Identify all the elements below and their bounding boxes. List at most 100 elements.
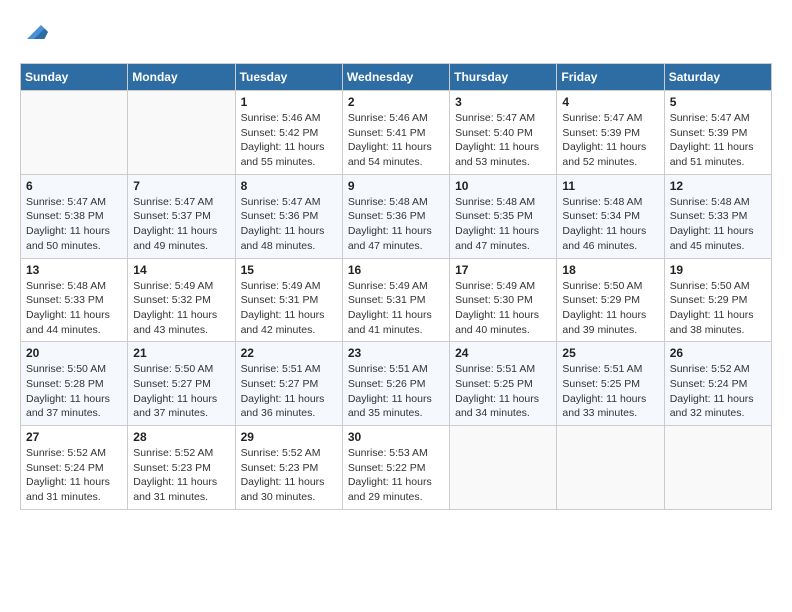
- day-number: 15: [241, 263, 337, 277]
- day-info: Sunrise: 5:48 AMSunset: 5:34 PMDaylight:…: [562, 195, 658, 254]
- logo: [20, 20, 48, 53]
- day-number: 24: [455, 346, 551, 360]
- week-row-1: 1 Sunrise: 5:46 AMSunset: 5:42 PMDaylight…: [21, 91, 772, 175]
- day-info: Sunrise: 5:49 AMSunset: 5:31 PMDaylight:…: [241, 279, 337, 338]
- calendar-cell: [21, 91, 128, 175]
- day-info: Sunrise: 5:49 AMSunset: 5:31 PMDaylight:…: [348, 279, 444, 338]
- weekday-header-row: SundayMondayTuesdayWednesdayThursdayFrid…: [21, 64, 772, 91]
- day-info: Sunrise: 5:49 AMSunset: 5:30 PMDaylight:…: [455, 279, 551, 338]
- day-number: 21: [133, 346, 229, 360]
- day-number: 8: [241, 179, 337, 193]
- day-number: 14: [133, 263, 229, 277]
- weekday-header-friday: Friday: [557, 64, 664, 91]
- day-number: 7: [133, 179, 229, 193]
- day-number: 1: [241, 95, 337, 109]
- calendar-cell: [128, 91, 235, 175]
- day-number: 4: [562, 95, 658, 109]
- day-number: 3: [455, 95, 551, 109]
- logo-icon: [20, 18, 48, 46]
- day-info: Sunrise: 5:48 AMSunset: 5:33 PMDaylight:…: [670, 195, 766, 254]
- calendar-cell: 19Sunrise: 5:50 AMSunset: 5:29 PMDayligh…: [664, 258, 771, 342]
- day-info: Sunrise: 5:52 AMSunset: 5:23 PMDaylight:…: [133, 446, 229, 505]
- day-number: 6: [26, 179, 122, 193]
- day-number: 18: [562, 263, 658, 277]
- calendar-cell: 9Sunrise: 5:48 AMSunset: 5:36 PMDaylight…: [342, 174, 449, 258]
- day-info: Sunrise: 5:47 AMSunset: 5:39 PMDaylight:…: [670, 111, 766, 170]
- day-number: 11: [562, 179, 658, 193]
- day-info: Sunrise: 5:53 AMSunset: 5:22 PMDaylight:…: [348, 446, 444, 505]
- calendar-cell: 14 Sunrise: 5:49 AMSunset: 5:32 PMDayligh…: [128, 258, 235, 342]
- day-info: Sunrise: 5:47 AMSunset: 5:38 PMDaylight:…: [26, 195, 122, 254]
- week-row-2: 6 Sunrise: 5:47 AMSunset: 5:38 PMDaylight…: [21, 174, 772, 258]
- day-info: Sunrise: 5:47 AMSunset: 5:37 PMDaylight:…: [133, 195, 229, 254]
- day-number: 27: [26, 430, 122, 444]
- day-number: 23: [348, 346, 444, 360]
- day-number: 26: [670, 346, 766, 360]
- day-info: Sunrise: 5:50 AMSunset: 5:29 PMDaylight:…: [562, 279, 658, 338]
- day-info: Sunrise: 5:46 AMSunset: 5:42 PMDaylight:…: [241, 111, 337, 170]
- day-info: Sunrise: 5:52 AMSunset: 5:23 PMDaylight:…: [241, 446, 337, 505]
- calendar-cell: 1 Sunrise: 5:46 AMSunset: 5:42 PMDaylight…: [235, 91, 342, 175]
- day-info: Sunrise: 5:50 AMSunset: 5:29 PMDaylight:…: [670, 279, 766, 338]
- day-info: Sunrise: 5:47 AMSunset: 5:36 PMDaylight:…: [241, 195, 337, 254]
- calendar-cell: [450, 426, 557, 510]
- week-row-3: 13Sunrise: 5:48 AMSunset: 5:33 PMDayligh…: [21, 258, 772, 342]
- calendar-cell: 20Sunrise: 5:50 AMSunset: 5:28 PMDayligh…: [21, 342, 128, 426]
- calendar-cell: 10 Sunrise: 5:48 AMSunset: 5:35 PMDayligh…: [450, 174, 557, 258]
- calendar-cell: 26 Sunrise: 5:52 AMSunset: 5:24 PMDayligh…: [664, 342, 771, 426]
- calendar-cell: 8 Sunrise: 5:47 AMSunset: 5:36 PMDaylight…: [235, 174, 342, 258]
- calendar-cell: 29 Sunrise: 5:52 AMSunset: 5:23 PMDayligh…: [235, 426, 342, 510]
- calendar-cell: 11 Sunrise: 5:48 AMSunset: 5:34 PMDayligh…: [557, 174, 664, 258]
- page-header: [20, 20, 772, 53]
- day-number: 2: [348, 95, 444, 109]
- day-info: Sunrise: 5:48 AMSunset: 5:36 PMDaylight:…: [348, 195, 444, 254]
- calendar-cell: 24 Sunrise: 5:51 AMSunset: 5:25 PMDayligh…: [450, 342, 557, 426]
- calendar-cell: 25 Sunrise: 5:51 AMSunset: 5:25 PMDayligh…: [557, 342, 664, 426]
- week-row-4: 20Sunrise: 5:50 AMSunset: 5:28 PMDayligh…: [21, 342, 772, 426]
- day-info: Sunrise: 5:50 AMSunset: 5:27 PMDaylight:…: [133, 362, 229, 421]
- day-info: Sunrise: 5:50 AMSunset: 5:28 PMDaylight:…: [26, 362, 122, 421]
- calendar-cell: 30 Sunrise: 5:53 AMSunset: 5:22 PMDayligh…: [342, 426, 449, 510]
- calendar-cell: 27 Sunrise: 5:52 AMSunset: 5:24 PMDayligh…: [21, 426, 128, 510]
- weekday-header-monday: Monday: [128, 64, 235, 91]
- calendar-cell: 13Sunrise: 5:48 AMSunset: 5:33 PMDayligh…: [21, 258, 128, 342]
- calendar-cell: 2 Sunrise: 5:46 AMSunset: 5:41 PMDaylight…: [342, 91, 449, 175]
- day-number: 10: [455, 179, 551, 193]
- day-info: Sunrise: 5:52 AMSunset: 5:24 PMDaylight:…: [26, 446, 122, 505]
- day-info: Sunrise: 5:51 AMSunset: 5:25 PMDaylight:…: [455, 362, 551, 421]
- calendar-cell: 6 Sunrise: 5:47 AMSunset: 5:38 PMDaylight…: [21, 174, 128, 258]
- day-number: 30: [348, 430, 444, 444]
- calendar-cell: 15 Sunrise: 5:49 AMSunset: 5:31 PMDayligh…: [235, 258, 342, 342]
- day-number: 17: [455, 263, 551, 277]
- calendar-cell: 17 Sunrise: 5:49 AMSunset: 5:30 PMDayligh…: [450, 258, 557, 342]
- day-number: 5: [670, 95, 766, 109]
- calendar-cell: 18 Sunrise: 5:50 AMSunset: 5:29 PMDayligh…: [557, 258, 664, 342]
- day-info: Sunrise: 5:51 AMSunset: 5:25 PMDaylight:…: [562, 362, 658, 421]
- weekday-header-thursday: Thursday: [450, 64, 557, 91]
- day-info: Sunrise: 5:52 AMSunset: 5:24 PMDaylight:…: [670, 362, 766, 421]
- calendar-cell: 3 Sunrise: 5:47 AMSunset: 5:40 PMDaylight…: [450, 91, 557, 175]
- day-info: Sunrise: 5:46 AMSunset: 5:41 PMDaylight:…: [348, 111, 444, 170]
- week-row-5: 27 Sunrise: 5:52 AMSunset: 5:24 PMDayligh…: [21, 426, 772, 510]
- calendar-cell: 23 Sunrise: 5:51 AMSunset: 5:26 PMDayligh…: [342, 342, 449, 426]
- weekday-header-saturday: Saturday: [664, 64, 771, 91]
- calendar-cell: 16 Sunrise: 5:49 AMSunset: 5:31 PMDayligh…: [342, 258, 449, 342]
- calendar-cell: 12 Sunrise: 5:48 AMSunset: 5:33 PMDayligh…: [664, 174, 771, 258]
- day-number: 28: [133, 430, 229, 444]
- day-number: 25: [562, 346, 658, 360]
- day-info: Sunrise: 5:51 AMSunset: 5:26 PMDaylight:…: [348, 362, 444, 421]
- day-info: Sunrise: 5:51 AMSunset: 5:27 PMDaylight:…: [241, 362, 337, 421]
- day-number: 29: [241, 430, 337, 444]
- calendar-table: SundayMondayTuesdayWednesdayThursdayFrid…: [20, 63, 772, 510]
- calendar-cell: 28 Sunrise: 5:52 AMSunset: 5:23 PMDayligh…: [128, 426, 235, 510]
- day-info: Sunrise: 5:47 AMSunset: 5:40 PMDaylight:…: [455, 111, 551, 170]
- day-number: 12: [670, 179, 766, 193]
- day-info: Sunrise: 5:48 AMSunset: 5:33 PMDaylight:…: [26, 279, 122, 338]
- calendar-cell: 21 Sunrise: 5:50 AMSunset: 5:27 PMDayligh…: [128, 342, 235, 426]
- calendar-cell: [664, 426, 771, 510]
- day-info: Sunrise: 5:49 AMSunset: 5:32 PMDaylight:…: [133, 279, 229, 338]
- day-info: Sunrise: 5:48 AMSunset: 5:35 PMDaylight:…: [455, 195, 551, 254]
- calendar-cell: [557, 426, 664, 510]
- calendar-cell: 4Sunrise: 5:47 AMSunset: 5:39 PMDaylight…: [557, 91, 664, 175]
- day-number: 16: [348, 263, 444, 277]
